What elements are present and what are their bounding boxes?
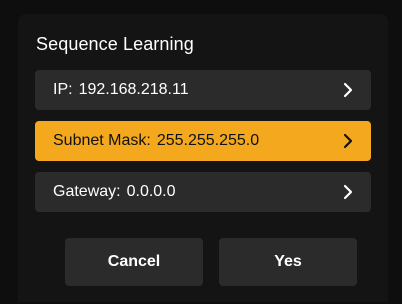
ip-value: 192.168.218.11: [78, 81, 189, 98]
subnet-mask-label: Subnet Mask:: [53, 132, 151, 149]
gateway-label: Gateway:: [53, 183, 121, 200]
dialog-title: Sequence Learning: [36, 34, 194, 54]
cancel-button[interactable]: Cancel: [65, 238, 203, 286]
gateway-row[interactable]: Gateway: 0.0.0.0: [35, 172, 371, 212]
gateway-value: 0.0.0.0: [126, 183, 176, 200]
sequence-learning-dialog: Sequence Learning IP: 192.168.218.11 Sub…: [18, 14, 388, 302]
chevron-right-icon: [339, 183, 357, 201]
ip-row[interactable]: IP: 192.168.218.11: [35, 70, 371, 110]
yes-button[interactable]: Yes: [219, 238, 357, 286]
chevron-right-icon: [339, 132, 357, 150]
subnet-mask-row[interactable]: Subnet Mask: 255.255.255.0: [35, 121, 371, 161]
chevron-right-icon: [339, 81, 357, 99]
ip-label: IP:: [53, 81, 73, 98]
subnet-mask-value: 255.255.255.0: [156, 132, 260, 149]
